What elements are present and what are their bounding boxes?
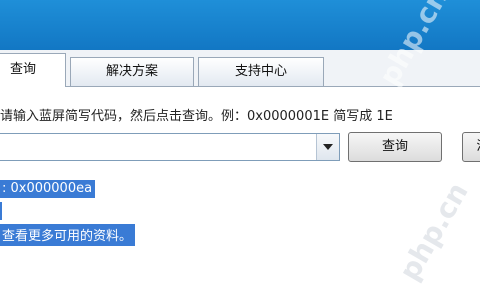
results-area: : 0x000000ea 查看更多可用的资料。 bbox=[0, 170, 480, 300]
tab-solutions[interactable]: 解决方案 bbox=[70, 57, 194, 86]
dropdown-button[interactable] bbox=[316, 134, 339, 160]
result-line: : 0x000000ea bbox=[0, 180, 96, 198]
code-input-combobox[interactable] bbox=[0, 133, 340, 161]
instruction-text: 请输入蓝屏简写代码，然后点击查询。例：0x0000001E 简写成 1E bbox=[0, 109, 393, 124]
tab-query[interactable]: 查询 bbox=[0, 53, 66, 88]
tab-support-center-label: 支持中心 bbox=[234, 64, 287, 79]
result-selection-bar bbox=[0, 202, 2, 220]
clear-button[interactable]: 清 bbox=[462, 132, 480, 162]
tab-solutions-label: 解决方案 bbox=[105, 64, 158, 79]
chevron-down-icon bbox=[323, 144, 333, 150]
tab-query-label: 查询 bbox=[9, 62, 36, 77]
tab-support-center[interactable]: 支持中心 bbox=[198, 57, 324, 86]
result-line: 查看更多可用的资料。 bbox=[0, 224, 136, 246]
query-button[interactable]: 查询 bbox=[348, 132, 442, 162]
